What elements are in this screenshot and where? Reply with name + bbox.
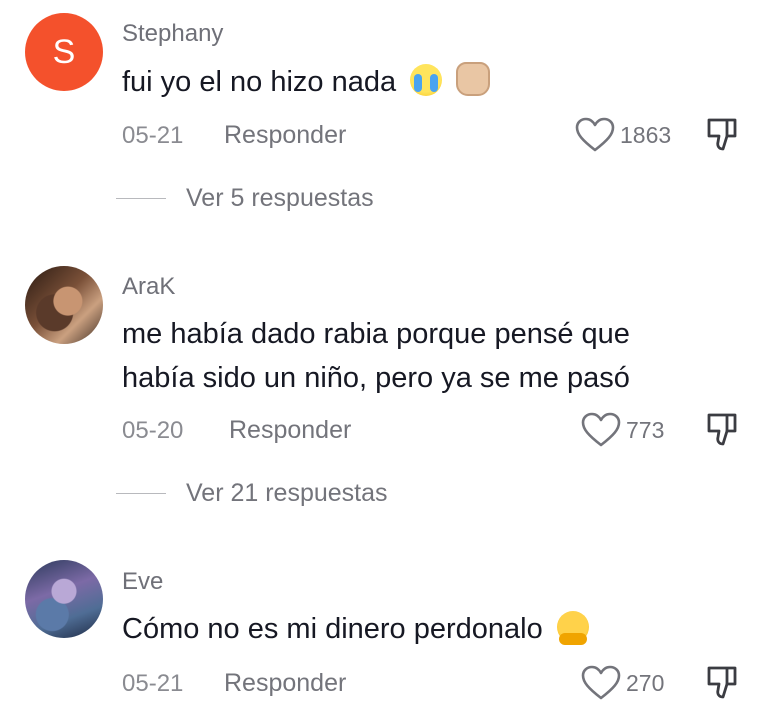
avatar-letter: S (52, 32, 76, 71)
heart-icon (581, 665, 621, 700)
comment-username[interactable]: Eve (122, 568, 163, 596)
like-count: 270 (626, 669, 665, 696)
raised-fist-icon (456, 62, 491, 96)
comment-date: 05-21 (122, 670, 184, 697)
divider-line (116, 198, 166, 199)
like-button[interactable]: 270 (580, 665, 664, 701)
reply-button[interactable]: Responder (224, 669, 346, 698)
hugging-face-icon (556, 611, 589, 645)
comment-text-line: había sido un niño, pero ya se me pasó (122, 362, 630, 394)
reply-button[interactable]: Responder (224, 121, 346, 150)
like-button[interactable]: 1863 (574, 117, 671, 153)
like-count: 1863 (620, 121, 672, 148)
divider-line (116, 493, 166, 494)
heart-icon (575, 117, 615, 152)
view-replies-button[interactable]: Ver 21 respuestas (116, 479, 388, 508)
avatar[interactable] (25, 266, 103, 344)
dislike-icon[interactable] (703, 664, 741, 702)
view-replies-label: Ver 21 respuestas (186, 479, 388, 507)
dislike-icon[interactable] (703, 411, 741, 449)
comment-text-line: me había dado rabia porque pensé que (122, 318, 630, 350)
comment-date: 05-20 (122, 417, 184, 444)
comment-text: Cómo no es mi dinero perdonalo (122, 607, 742, 651)
comment-text-body: fui yo el no hizo nada (122, 66, 397, 98)
like-button[interactable]: 773 (580, 412, 664, 448)
dislike-icon[interactable] (703, 116, 741, 154)
comment-text: fui yo el no hizo nada (122, 60, 742, 104)
heart-icon (581, 412, 621, 447)
comment-text: me había dado rabia porque pensé que hab… (122, 312, 742, 400)
comment-text-body: Cómo no es mi dinero perdonalo (122, 613, 543, 645)
like-count: 773 (626, 416, 665, 443)
loudly-crying-face-icon (410, 64, 443, 96)
comment-username[interactable]: AraK (122, 273, 175, 301)
comment-date: 05-21 (122, 122, 184, 149)
view-replies-label: Ver 5 respuestas (186, 184, 374, 212)
reply-button[interactable]: Responder (229, 416, 351, 445)
avatar[interactable] (25, 560, 103, 638)
view-replies-button[interactable]: Ver 5 respuestas (116, 184, 374, 213)
comment-username[interactable]: Stephany (122, 20, 223, 48)
avatar[interactable]: S (25, 13, 103, 91)
